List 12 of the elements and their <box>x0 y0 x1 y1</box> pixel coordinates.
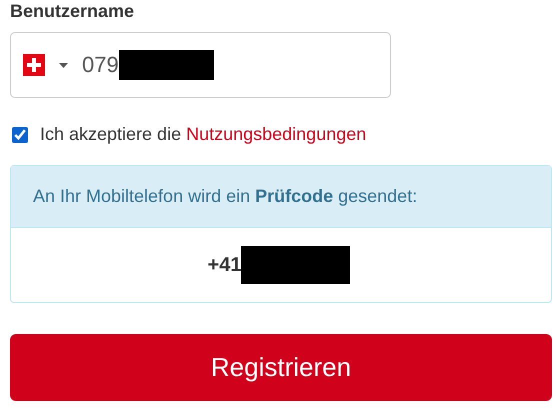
terms-link[interactable]: Nutzungsbedingungen <box>186 124 366 144</box>
swiss-flag-icon <box>23 54 45 76</box>
country-selector[interactable] <box>23 54 68 76</box>
terms-checkbox[interactable] <box>12 126 28 142</box>
phone-value: 079 <box>82 52 119 78</box>
phone-input-field[interactable]: 079 <box>10 32 391 98</box>
phone-number: +41 <box>208 254 242 276</box>
terms-text: Ich akzeptiere die Nutzungsbedingungen <box>40 124 366 145</box>
caret-icon <box>59 62 68 68</box>
notice-text: An Ihr Mobiltelefon wird ein Prüfcode gesendet: <box>33 186 418 207</box>
register-button[interactable]: Registrieren <box>10 334 552 401</box>
field-label: Benutzername <box>10 0 136 22</box>
